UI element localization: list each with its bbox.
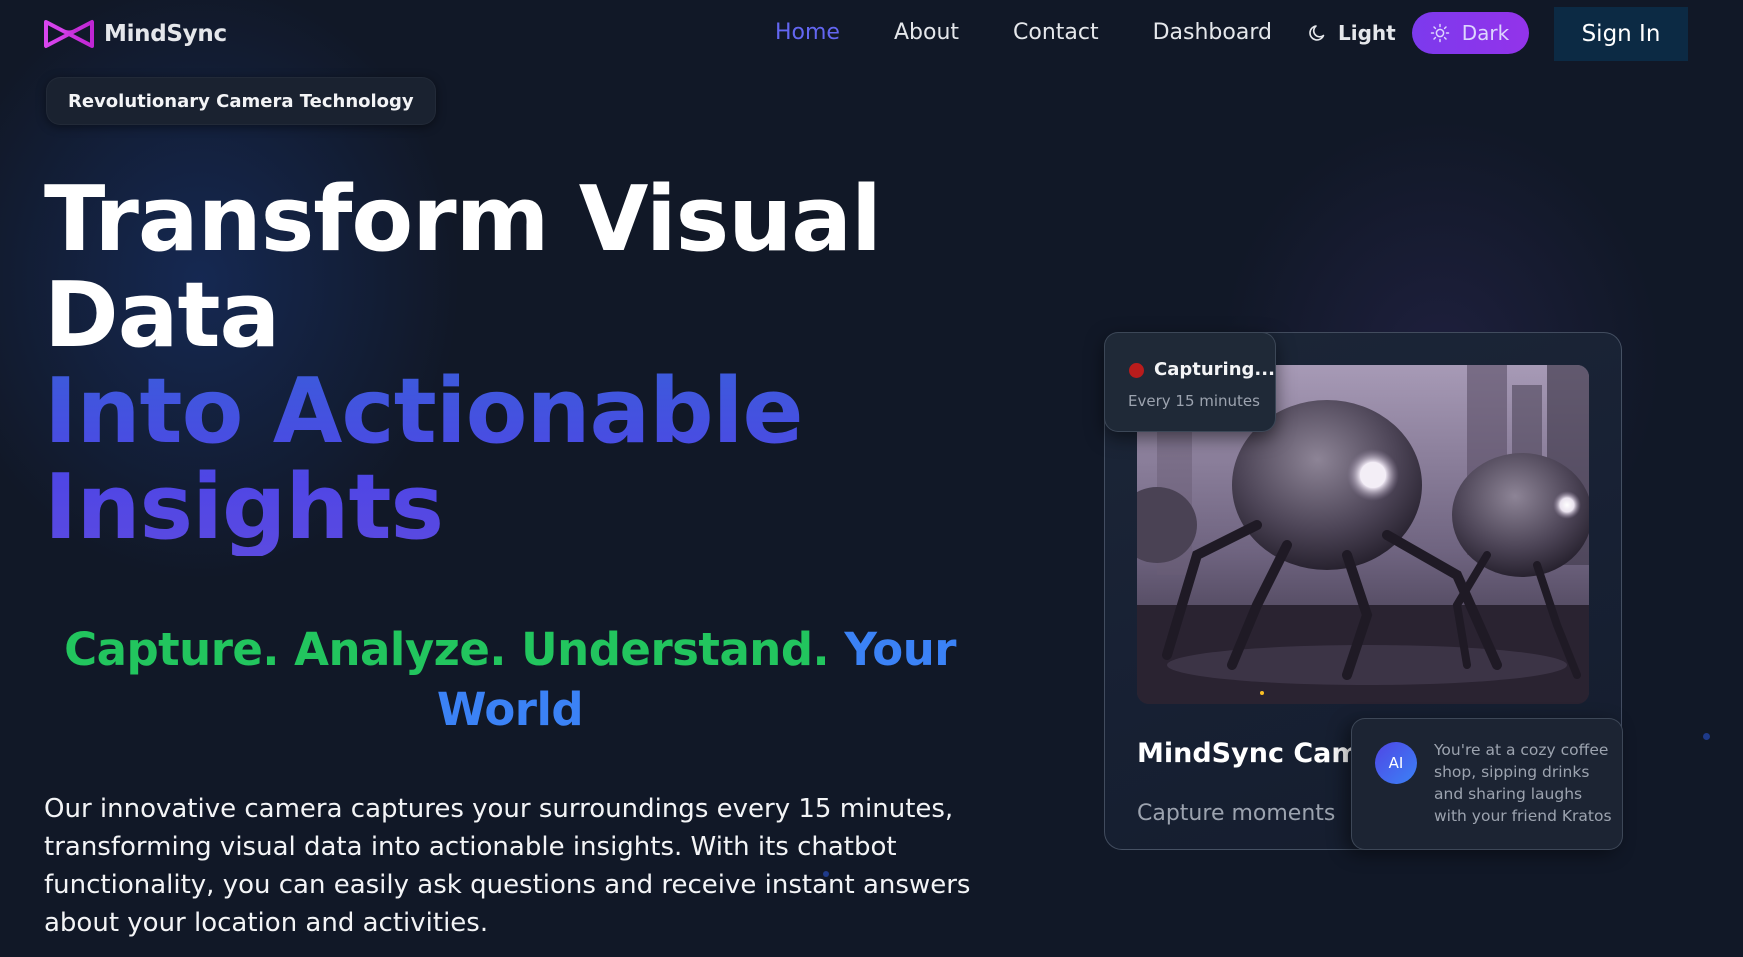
ai-message-text: You're at a cozy coffee shop, sipping dr… xyxy=(1434,741,1612,825)
decorative-dot xyxy=(1703,733,1710,740)
theme-dark-button[interactable]: Dark xyxy=(1411,12,1530,54)
moon-icon xyxy=(1309,25,1325,41)
card-subtitle: Capture moments xyxy=(1137,801,1336,826)
capture-interval: Every 15 minutes xyxy=(1128,392,1260,410)
theme-light-button[interactable]: Light xyxy=(1300,12,1404,54)
theme-dark-label: Dark xyxy=(1461,21,1510,45)
sign-in-button[interactable]: Sign In xyxy=(1554,7,1688,61)
capture-status: Capturing... xyxy=(1154,359,1275,380)
sun-icon xyxy=(1430,23,1449,43)
nav-link-about[interactable]: About xyxy=(894,20,959,45)
recording-dot-icon xyxy=(1129,363,1144,378)
hero-tagline: Capture. Analyze. Understand. Your World xyxy=(60,620,960,740)
nav-link-contact[interactable]: Contact xyxy=(1013,20,1099,45)
theme-switch: Light Dark xyxy=(1300,12,1530,54)
tagline-green: Capture. Analyze. Understand. xyxy=(64,623,830,676)
brand-logo[interactable]: MindSync xyxy=(42,17,227,51)
hero-title: Transform Visual Data Into Actionable In… xyxy=(44,172,944,556)
ai-message-bubble: AI You're at a cozy coffee shop, sipping… xyxy=(1351,718,1623,850)
capture-status-badge: Capturing... Every 15 minutes xyxy=(1104,332,1276,432)
hero-description: Our innovative camera captures your surr… xyxy=(44,794,971,938)
ai-avatar: AI xyxy=(1375,742,1417,784)
top-nav: MindSync Home About Contact Dashboard Li… xyxy=(0,0,1743,70)
nav-link-home[interactable]: Home xyxy=(775,20,840,45)
decorative-dot xyxy=(823,871,829,877)
nav-link-dashboard[interactable]: Dashboard xyxy=(1153,20,1272,45)
hero-badge: Revolutionary Camera Technology xyxy=(46,77,436,125)
hero-title-line2: Into Actionable Insights xyxy=(44,364,944,556)
logo-icon xyxy=(44,20,94,48)
hero-title-line1: Transform Visual Data xyxy=(44,167,882,368)
theme-light-label: Light xyxy=(1338,21,1396,45)
nav-links: Home About Contact Dashboard xyxy=(775,20,1326,45)
brand-name: MindSync xyxy=(104,21,227,47)
